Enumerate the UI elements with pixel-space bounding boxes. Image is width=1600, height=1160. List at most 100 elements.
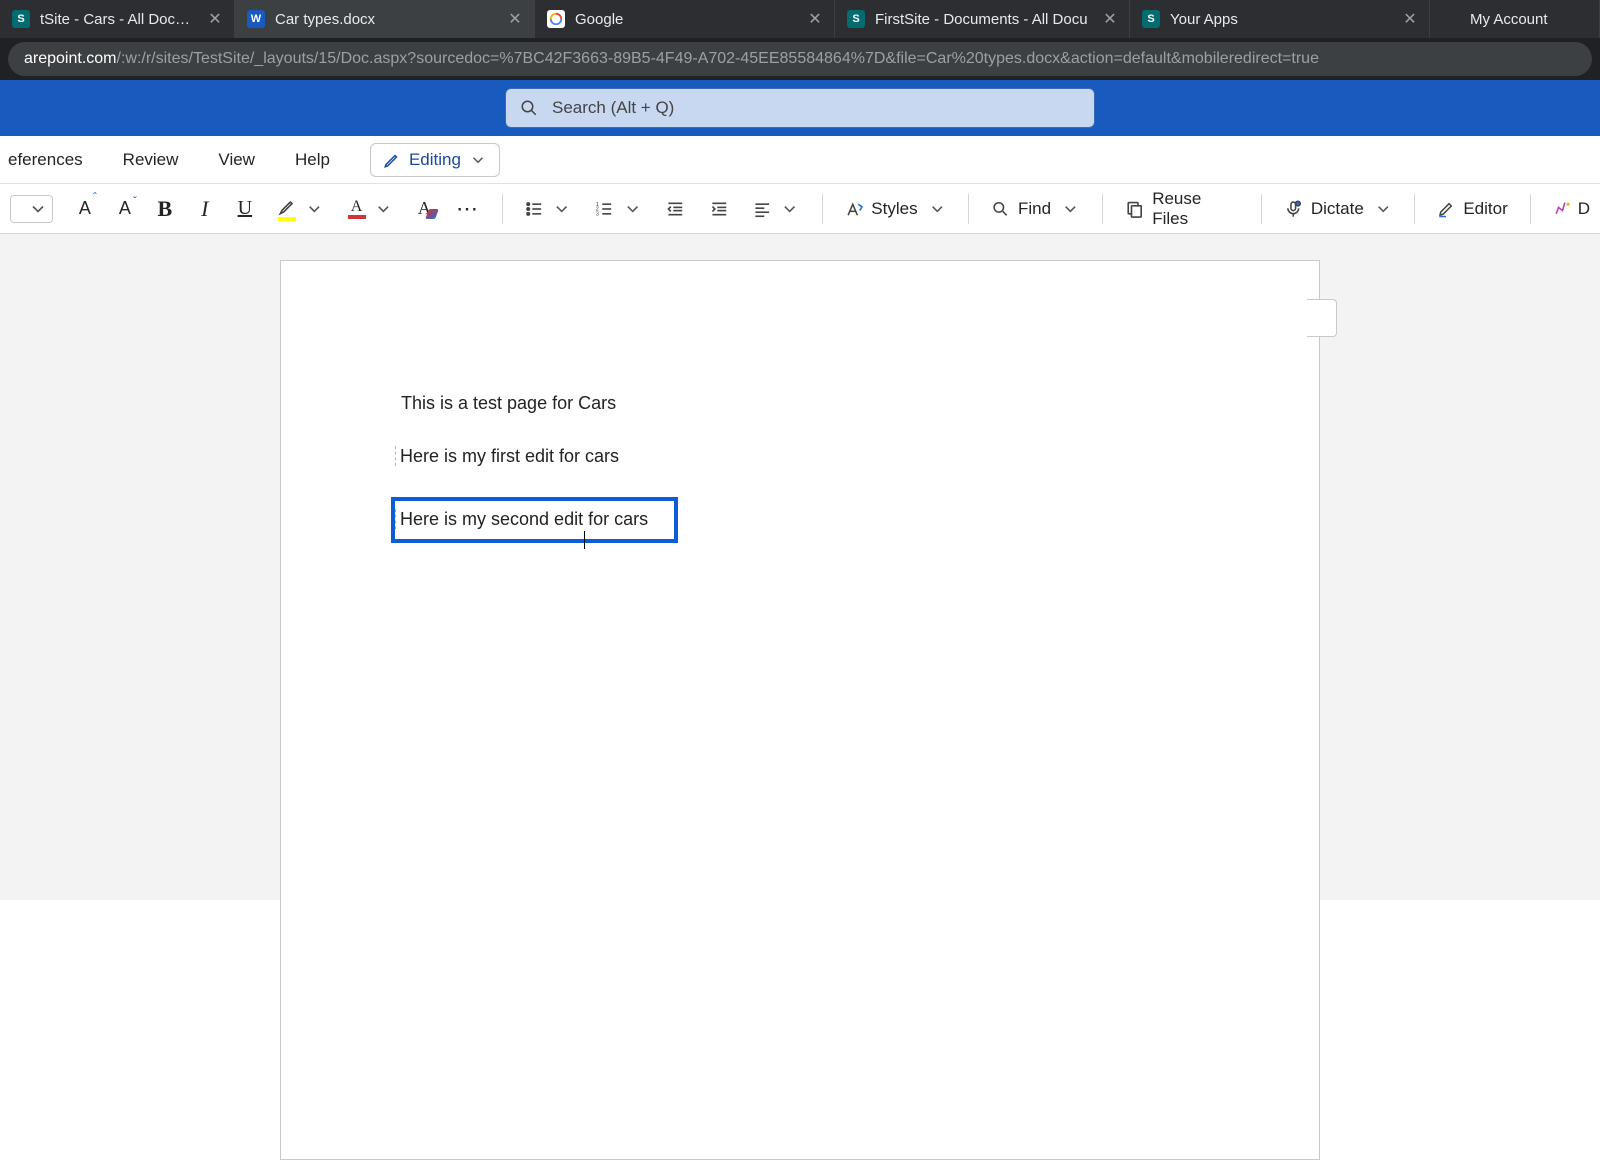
ribbon-tab-help[interactable]: Help xyxy=(289,146,336,174)
tab-title: Your Apps xyxy=(1170,11,1391,28)
close-icon[interactable]: ✕ xyxy=(206,9,224,29)
url-path: /:w:/r/sites/TestSite/_layouts/15/Doc.as… xyxy=(117,50,1319,68)
google-icon xyxy=(547,10,565,28)
find-button[interactable]: Find xyxy=(987,195,1084,223)
browser-tab-active[interactable]: W Car types.docx ✕ xyxy=(235,0,535,38)
outdent-icon xyxy=(666,199,685,219)
search-placeholder: Search (Alt + Q) xyxy=(552,98,674,118)
reuse-files-button[interactable]: Reuse Files xyxy=(1121,185,1244,233)
chevron-down-icon xyxy=(1061,199,1080,219)
tab-title: Car types.docx xyxy=(275,11,496,28)
search-input[interactable]: Search (Alt + Q) xyxy=(505,88,1095,128)
selection-highlight: Here is my second edit for cars xyxy=(391,497,678,542)
clear-formatting-button[interactable]: A xyxy=(412,194,436,223)
sharepoint-icon: S xyxy=(1142,10,1160,28)
bullets-button[interactable] xyxy=(521,195,576,223)
italic-button[interactable]: I xyxy=(193,192,217,226)
editor-button[interactable]: Editor xyxy=(1433,195,1511,223)
font-size-dropdown[interactable] xyxy=(6,191,57,227)
close-icon[interactable]: ✕ xyxy=(1101,9,1119,29)
shrink-font-button[interactable]: A xyxy=(113,194,137,223)
font-color-button[interactable]: A xyxy=(344,195,397,223)
browser-tab[interactable]: My Account ✕ xyxy=(1430,0,1600,38)
separator xyxy=(1261,194,1262,224)
tab-title: Google xyxy=(575,11,796,28)
sharepoint-icon: S xyxy=(847,10,865,28)
designer-label-partial: D xyxy=(1578,199,1590,219)
browser-tab[interactable]: Google ✕ xyxy=(535,0,835,38)
chevron-down-icon xyxy=(28,199,48,219)
text-cursor xyxy=(584,531,585,549)
ribbon-tab-view[interactable]: View xyxy=(212,146,261,174)
close-icon[interactable]: ✕ xyxy=(1401,9,1419,29)
separator xyxy=(1414,194,1415,224)
increase-indent-button[interactable] xyxy=(706,195,733,223)
styles-icon xyxy=(845,199,864,219)
separator xyxy=(1530,194,1531,224)
separator xyxy=(502,194,503,224)
chevron-down-icon xyxy=(374,199,393,219)
url-host: arepoint.com xyxy=(24,50,117,68)
highlight-button[interactable] xyxy=(273,193,328,225)
editor-label: Editor xyxy=(1463,199,1507,219)
document-page[interactable]: This is a test page for Cars Here is my … xyxy=(280,260,1320,1160)
grow-font-button[interactable]: A xyxy=(73,194,97,223)
reuse-label: Reuse Files xyxy=(1152,189,1239,229)
browser-tab[interactable]: S FirstSite - Documents - All Docu ✕ xyxy=(835,0,1130,38)
chevron-down-icon xyxy=(305,199,324,219)
browser-tab[interactable]: S Your Apps ✕ xyxy=(1130,0,1430,38)
word-app-header: Search (Alt + Q) xyxy=(0,80,1600,136)
align-dropdown[interactable] xyxy=(749,195,804,223)
chevron-down-icon xyxy=(780,199,799,219)
browser-address-bar: arepoint.com/:w:/r/sites/TestSite/_layou… xyxy=(0,38,1600,80)
document-canvas[interactable]: This is a test page for Cars Here is my … xyxy=(0,234,1600,900)
numbering-icon: 123 xyxy=(595,199,614,219)
highlighter-icon xyxy=(277,197,297,217)
more-formatting-button[interactable]: ⋯ xyxy=(452,192,483,226)
bold-button[interactable]: B xyxy=(153,192,177,226)
find-label: Find xyxy=(1018,199,1051,219)
underline-button[interactable]: U xyxy=(233,193,257,224)
ribbon-tabs: eferences Review View Help Editing xyxy=(0,136,1600,184)
editing-mode-label: Editing xyxy=(409,150,461,170)
decrease-indent-button[interactable] xyxy=(662,195,689,223)
numbering-button[interactable]: 123 xyxy=(591,195,646,223)
ruler-handle[interactable] xyxy=(1307,299,1337,337)
url-input[interactable]: arepoint.com/:w:/r/sites/TestSite/_layou… xyxy=(8,42,1592,76)
pencil-icon xyxy=(383,151,401,169)
microphone-icon xyxy=(1284,199,1303,219)
bullets-icon xyxy=(525,199,544,219)
reuse-icon xyxy=(1125,199,1144,219)
tab-title: FirstSite - Documents - All Docu xyxy=(875,11,1091,28)
tab-title: tSite - Cars - All Documents xyxy=(40,11,196,28)
svg-text:3: 3 xyxy=(596,211,599,217)
document-paragraph[interactable]: Here is my second edit for cars xyxy=(401,497,1199,542)
search-icon xyxy=(991,199,1010,219)
chevron-down-icon xyxy=(928,199,947,219)
document-paragraph[interactable]: Here is my first edit for cars xyxy=(401,444,1199,469)
close-icon[interactable]: ✕ xyxy=(506,9,524,29)
dictate-button[interactable]: Dictate xyxy=(1280,195,1396,223)
chevron-down-icon xyxy=(469,151,487,169)
indent-icon xyxy=(710,199,729,219)
styles-button[interactable]: Styles xyxy=(841,195,951,223)
close-icon[interactable]: ✕ xyxy=(806,9,824,29)
document-paragraph[interactable]: This is a test page for Cars xyxy=(401,391,1199,416)
browser-tab[interactable]: S tSite - Cars - All Documents ✕ xyxy=(0,0,235,38)
editor-icon xyxy=(1437,199,1455,219)
align-left-icon xyxy=(753,199,772,219)
sharepoint-icon: S xyxy=(12,10,30,28)
ribbon-tab-review[interactable]: Review xyxy=(117,146,185,174)
designer-button[interactable]: D xyxy=(1549,195,1594,223)
editing-mode-button[interactable]: Editing xyxy=(370,143,500,177)
microsoft-icon xyxy=(1442,10,1460,28)
word-icon: W xyxy=(247,10,265,28)
separator xyxy=(1102,194,1103,224)
dictate-label: Dictate xyxy=(1311,199,1364,219)
chevron-down-icon xyxy=(1374,199,1393,219)
ribbon-tab-references[interactable]: eferences xyxy=(2,146,89,174)
search-icon xyxy=(520,99,538,117)
styles-label: Styles xyxy=(871,199,917,219)
ribbon-toolbar: A A B I U A A ⋯ 123 Styles Find xyxy=(0,184,1600,234)
browser-tabs-bar: S tSite - Cars - All Documents ✕ W Car t… xyxy=(0,0,1600,38)
